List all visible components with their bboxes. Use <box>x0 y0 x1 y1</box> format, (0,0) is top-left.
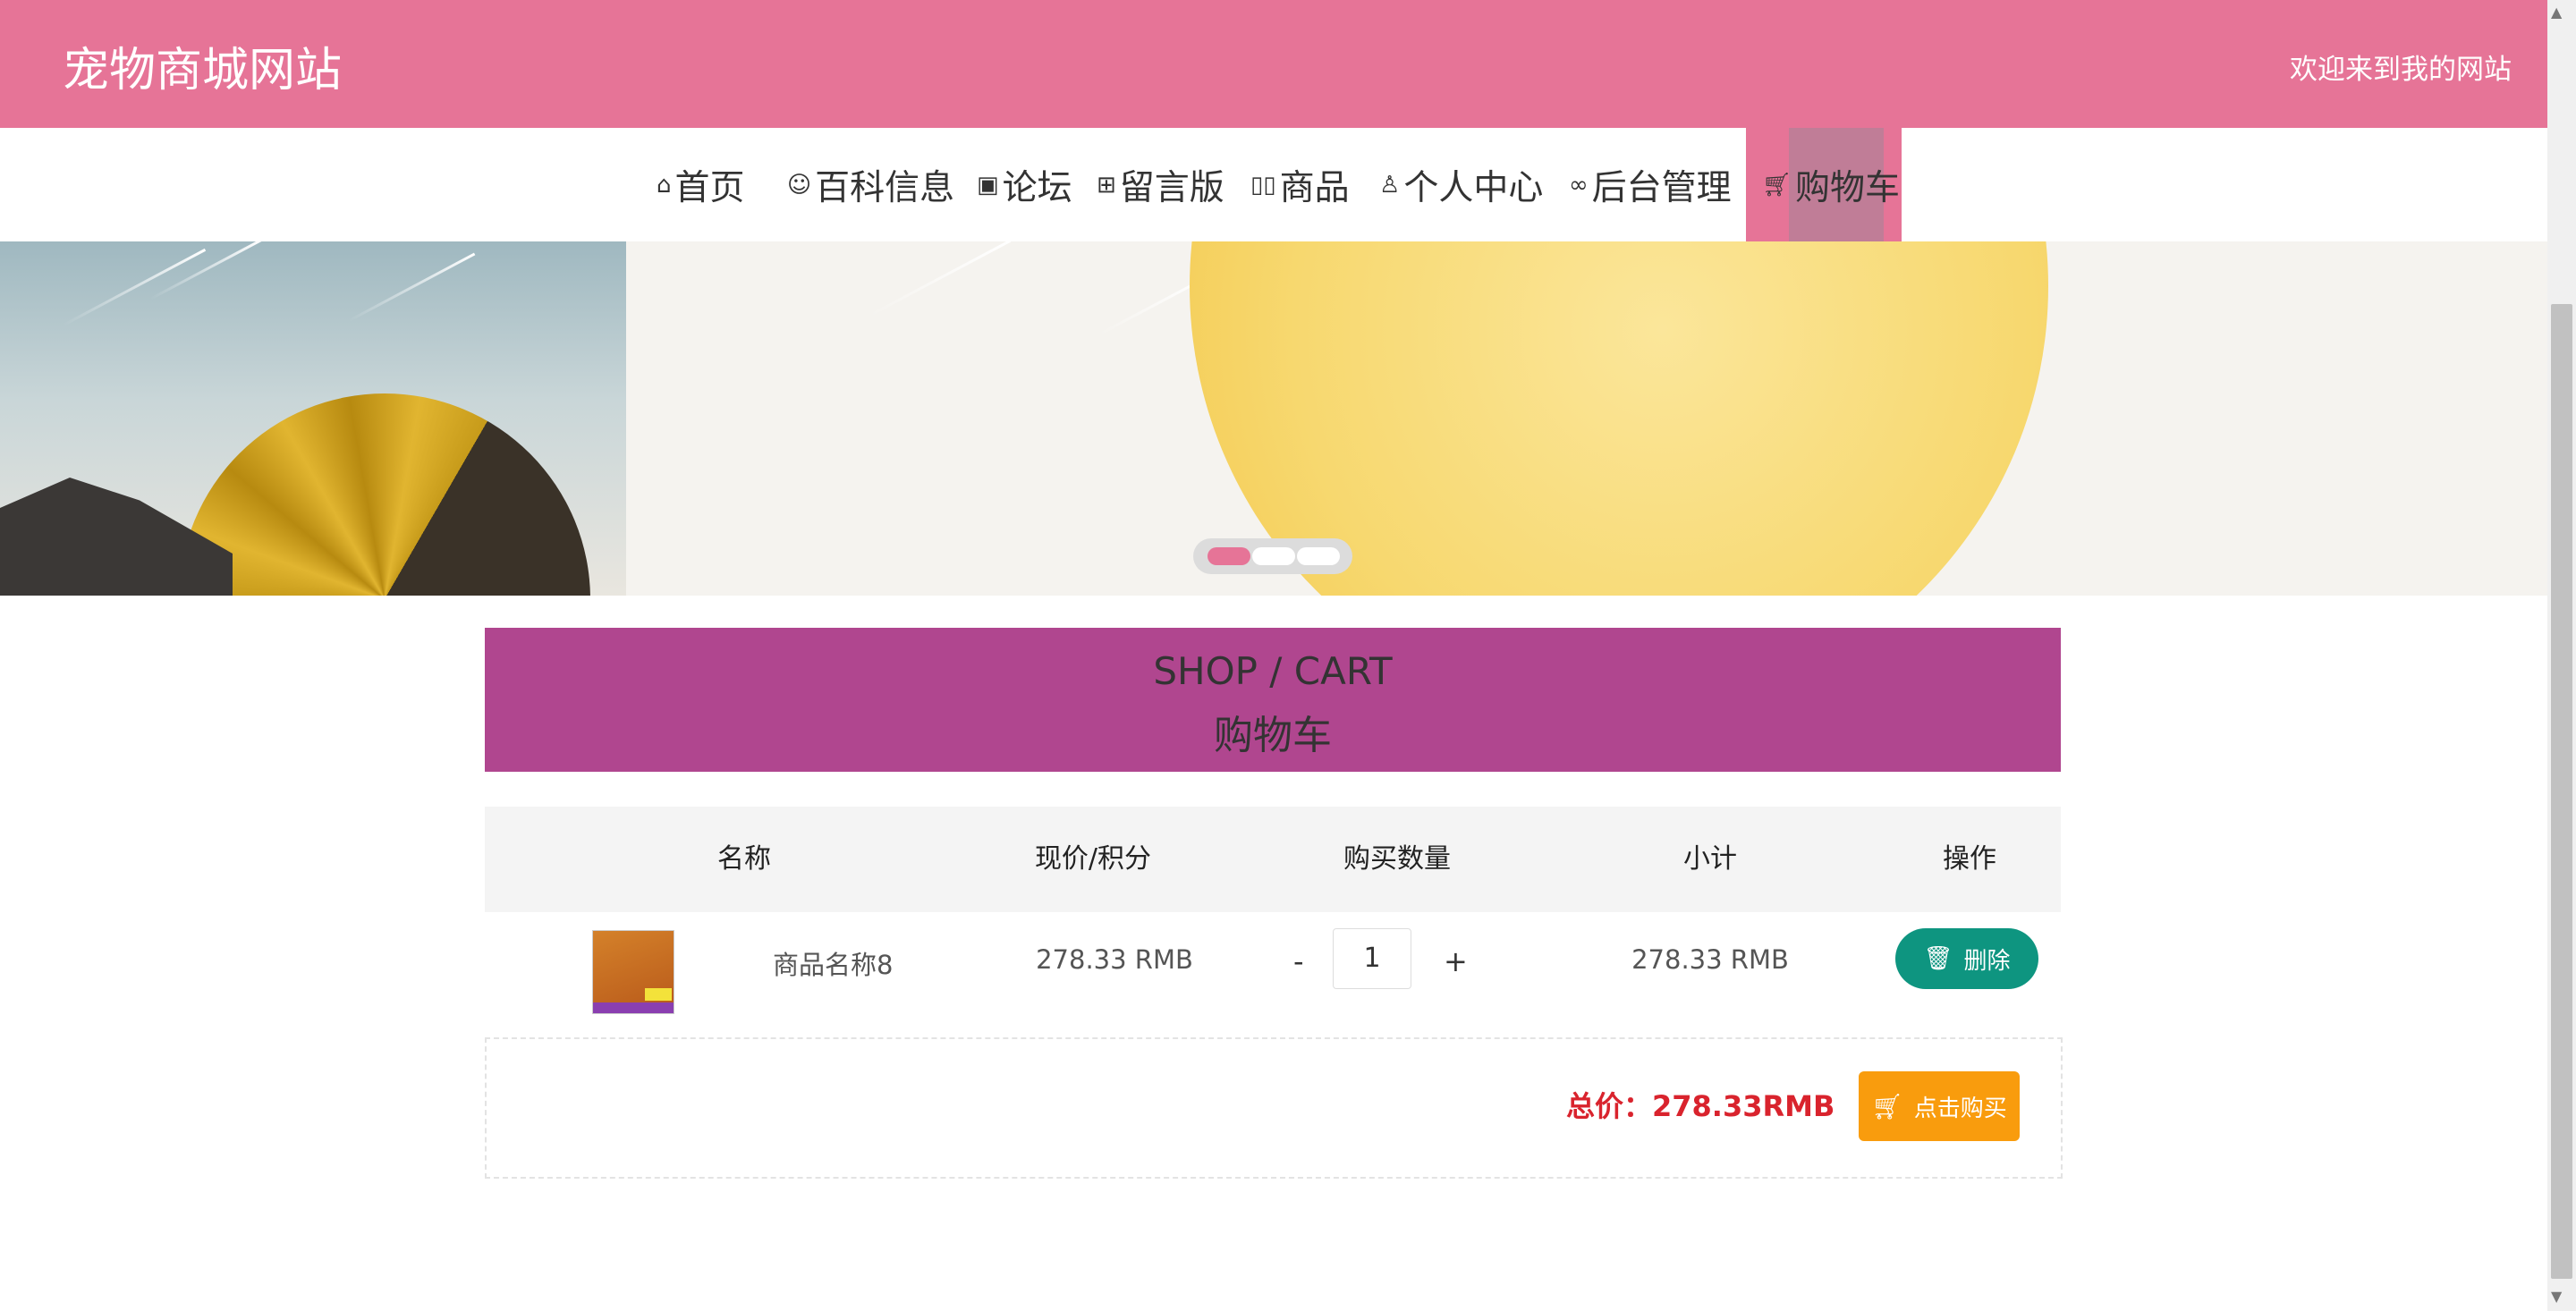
nav-item-label: 个人中心 <box>1403 167 1544 208</box>
nav-item-admin[interactable]: ∞ 后台管理 <box>1569 128 1732 241</box>
welcome-text: 欢迎来到我的网站 <box>2290 54 2512 86</box>
delete-button[interactable]: 🗑︎ 删除 <box>1895 928 2038 989</box>
nav-item-label: 商品 <box>1279 167 1350 208</box>
carousel-indicators <box>1193 538 1352 574</box>
site-title[interactable]: 宠物商城网站 <box>63 32 342 99</box>
section-heading: SHOP / CART 购物车 <box>485 628 2061 772</box>
nav-item-label: 百科信息 <box>815 167 955 208</box>
top-header <box>0 0 2547 128</box>
carousel-dot-2[interactable] <box>1252 547 1295 565</box>
nav-item-label: 购物车 <box>1795 167 1901 208</box>
quantity-increase-button[interactable]: + <box>1444 944 1468 978</box>
table-row: 商品名称8 278.33 RMB - 1 + 278.33 RMB 🗑︎ 删除 <box>485 912 2061 1037</box>
book-icon: ▯▯ <box>1250 171 1276 199</box>
banner-carousel <box>0 241 2547 596</box>
column-header-quantity: 购买数量 <box>1343 843 1451 875</box>
heading-english: SHOP / CART <box>1153 649 1393 693</box>
nav-item-label: 首页 <box>674 167 745 208</box>
gift-icon: ▣ <box>977 171 999 199</box>
grid-icon: ⊞ <box>1097 171 1116 199</box>
heading-chinese: 购物车 <box>1214 713 1332 758</box>
nav-item-encyclopedia[interactable]: ☺ 百科信息 <box>787 128 954 241</box>
buy-button[interactable]: 🛒︎ 点击购买 <box>1859 1071 2020 1141</box>
smile-icon: ☺ <box>787 171 812 199</box>
scroll-up-arrow-icon[interactable]: ▲ <box>2551 4 2562 21</box>
user-icon: ♙ <box>1379 171 1401 199</box>
quantity-decrease-button[interactable]: - <box>1293 944 1304 978</box>
total-price: 总价：278.33RMB <box>1566 1089 1835 1123</box>
home-icon: ⌂ <box>657 171 672 199</box>
product-name[interactable]: 商品名称8 <box>773 944 893 982</box>
nav-item-products[interactable]: ▯▯ 商品 <box>1250 128 1350 241</box>
column-header-action: 操作 <box>1943 843 1996 875</box>
nav-item-label: 论坛 <box>1002 167 1072 208</box>
nav-item-label: 留言版 <box>1119 167 1224 208</box>
product-thumbnail[interactable] <box>592 930 674 1014</box>
cart-summary: 总价：278.33RMB 🛒︎ 点击购买 <box>485 1037 2063 1179</box>
column-header-subtotal: 小计 <box>1683 843 1737 875</box>
cart-table-header: 名称 现价/积分 购买数量 小计 操作 <box>485 807 2061 912</box>
scrollbar-thumb[interactable] <box>2551 304 2572 1279</box>
carousel-dot-3[interactable] <box>1297 547 1340 565</box>
column-header-name: 名称 <box>717 843 771 875</box>
cart-icon: 🛒︎ <box>1871 1091 1903 1121</box>
nav-item-cart[interactable]: 🛒︎ 购物车 <box>1762 128 1900 241</box>
nav-item-home[interactable]: ⌂ 首页 <box>657 128 745 241</box>
nav-item-guestbook[interactable]: ⊞ 留言版 <box>1097 128 1224 241</box>
product-subtotal: 278.33 RMB <box>1631 944 1789 975</box>
main-nav: ⌂ 首页 ☺ 百科信息 ▣ 论坛 ⊞ 留言版 ▯▯ 商品 ♙ 个人中心 ∞ 后台… <box>0 128 2547 241</box>
trash-icon: 🗑︎ <box>1923 945 1953 972</box>
buy-button-label: 点击购买 <box>1913 1095 2007 1122</box>
link-icon: ∞ <box>1569 171 1589 199</box>
nav-item-label: 后台管理 <box>1591 167 1732 208</box>
column-header-price: 现价/积分 <box>1034 843 1152 875</box>
product-price: 278.33 RMB <box>1036 944 1193 975</box>
quantity-input[interactable]: 1 <box>1333 928 1411 989</box>
scroll-down-arrow-icon[interactable]: ▼ <box>2551 1288 2562 1305</box>
cart-icon: 🛒︎ <box>1762 171 1792 199</box>
nav-item-forum[interactable]: ▣ 论坛 <box>977 128 1072 241</box>
carousel-dot-1[interactable] <box>1208 547 1250 565</box>
nav-item-user-center[interactable]: ♙ 个人中心 <box>1379 128 1543 241</box>
delete-button-label: 删除 <box>1963 947 2011 975</box>
